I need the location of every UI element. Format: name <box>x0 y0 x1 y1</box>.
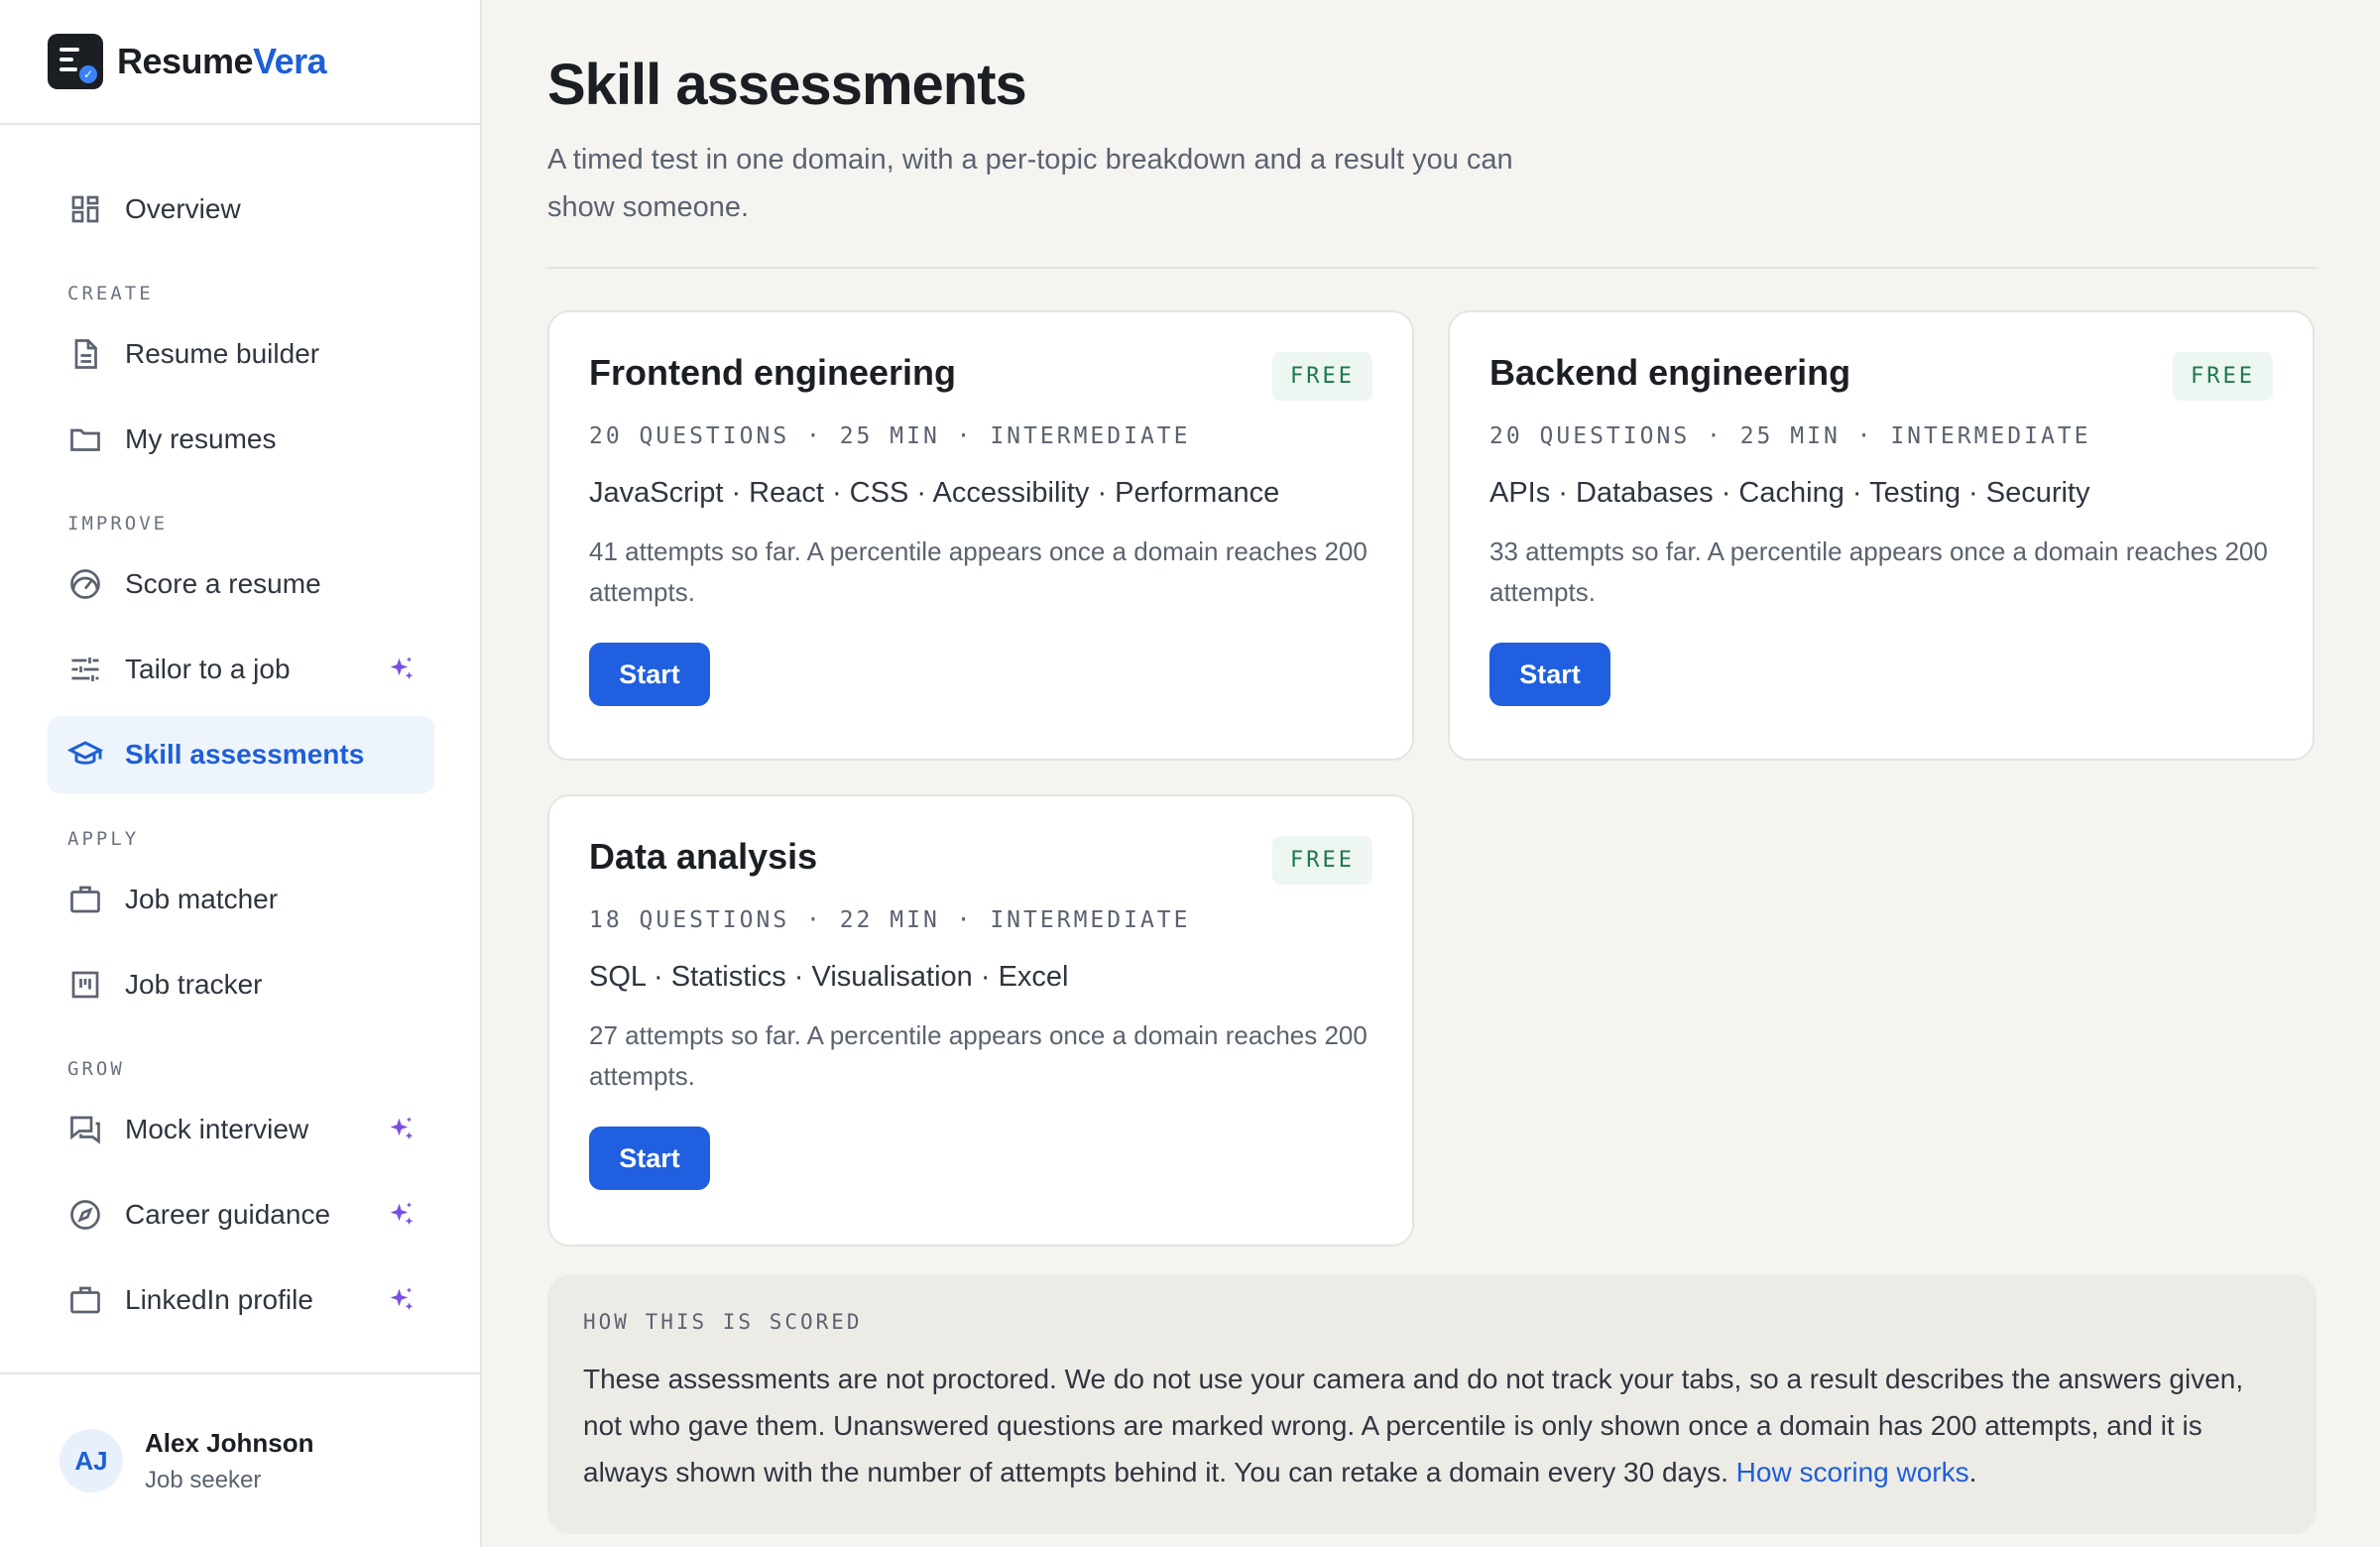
card-meta: 20 QUESTIONS · 25 MIN · INTERMEDIATE <box>1489 423 2091 449</box>
graduation-cap-icon <box>66 737 104 773</box>
card-meta: 18 QUESTIONS · 22 MIN · INTERMEDIATE <box>589 907 1191 933</box>
sidebar-item-mock-interview[interactable]: Mock interview <box>48 1091 434 1168</box>
brand-name-part2: Vera <box>253 41 327 81</box>
start-button[interactable]: Start <box>1489 643 1610 706</box>
card-title: Backend engineering <box>1489 352 1851 393</box>
sidebar-nav: Overview CREATE Resume builder My resume… <box>0 125 480 1339</box>
sidebar-item-label: LinkedIn profile <box>125 1284 313 1315</box>
card-attempts: 41 attempts so far. A percentile appears… <box>589 536 1368 607</box>
scoring-text: These assessments are not proctored. We … <box>583 1356 2281 1495</box>
sidebar-item-label: My resumes <box>125 423 277 454</box>
assessment-card-frontend: Frontend engineering FREE 20 QUESTIONS ·… <box>547 310 1414 761</box>
card-topics: JavaScript · React · CSS · Accessibility… <box>589 477 1280 509</box>
sidebar-section-grow: GROW <box>67 1058 125 1080</box>
sidebar-item-label: Job matcher <box>125 884 279 914</box>
kanban-icon <box>67 967 103 1003</box>
main-content: Skill assessments A timed test in one do… <box>547 0 2317 1534</box>
sidebar-item-label: Tailor to a job <box>125 654 291 684</box>
sparkle-icon <box>387 654 416 684</box>
brand-logo-icon: ✓ <box>48 34 103 89</box>
sidebar-item-resume-builder[interactable]: Resume builder <box>48 315 434 393</box>
card-title: Frontend engineering <box>589 352 957 393</box>
sidebar-item-score-resume[interactable]: Score a resume <box>48 545 434 623</box>
sparkle-icon <box>387 1285 416 1315</box>
card-attempts: 27 attempts so far. A percentile appears… <box>589 1020 1368 1091</box>
page-title: Skill assessments <box>547 53 1027 117</box>
user-role: Job seeker <box>145 1466 262 1493</box>
sidebar: ✓ ResumeVera Overview CREATE Resume buil… <box>0 0 482 1547</box>
dashboard-icon <box>67 191 103 227</box>
sidebar-item-label: Career guidance <box>125 1199 331 1230</box>
free-badge: FREE <box>2173 352 2273 401</box>
briefcase-icon <box>67 1282 103 1318</box>
compass-icon <box>67 1197 103 1233</box>
scoring-info-panel: HOW THIS IS SCORED These assessments are… <box>547 1274 2317 1534</box>
how-scoring-works-link[interactable]: How scoring works <box>1736 1457 1969 1488</box>
sparkle-icon <box>387 1200 416 1230</box>
card-meta: 20 QUESTIONS · 25 MIN · INTERMEDIATE <box>589 423 1191 449</box>
user-profile[interactable]: AJ Alex Johnson Job seeker <box>0 1372 480 1547</box>
sidebar-section-improve: IMPROVE <box>67 513 169 535</box>
sidebar-item-job-matcher[interactable]: Job matcher <box>48 861 434 938</box>
free-badge: FREE <box>1272 836 1372 885</box>
sidebar-item-label: Resume builder <box>125 338 320 369</box>
sidebar-item-overview[interactable]: Overview <box>48 171 434 248</box>
briefcase-icon <box>67 882 103 917</box>
brand[interactable]: ✓ ResumeVera <box>0 0 480 125</box>
card-attempts: 33 attempts so far. A percentile appears… <box>1489 536 2268 607</box>
avatar: AJ <box>60 1429 123 1492</box>
brand-name: ResumeVera <box>117 41 327 82</box>
card-topics: SQL · Statistics · Visualisation · Excel <box>589 961 1069 993</box>
free-badge: FREE <box>1272 352 1372 401</box>
start-button[interactable]: Start <box>589 1127 710 1190</box>
chat-bubbles-icon <box>67 1112 103 1147</box>
page-subtitle: A timed test in one domain, with a per-t… <box>547 144 1513 223</box>
sidebar-item-job-tracker[interactable]: Job tracker <box>48 946 434 1023</box>
sidebar-item-label: Score a resume <box>125 568 321 599</box>
start-button[interactable]: Start <box>589 643 710 706</box>
sidebar-section-apply: APPLY <box>67 828 140 850</box>
scoring-end: . <box>1968 1457 1977 1488</box>
sidebar-item-tailor-job[interactable]: Tailor to a job <box>48 631 434 708</box>
sidebar-item-my-resumes[interactable]: My resumes <box>48 401 434 478</box>
sidebar-item-label: Job tracker <box>125 969 263 1000</box>
sidebar-item-label: Overview <box>125 193 241 224</box>
scoring-body: These assessments are not proctored. We … <box>583 1364 2244 1488</box>
folder-icon <box>67 421 103 457</box>
card-topics: APIs · Databases · Caching · Testing · S… <box>1489 477 2090 509</box>
scoring-label: HOW THIS IS SCORED <box>583 1310 863 1334</box>
user-name: Alex Johnson <box>145 1427 314 1458</box>
sidebar-item-career-guidance[interactable]: Career guidance <box>48 1176 434 1253</box>
sidebar-section-create: CREATE <box>67 283 154 304</box>
sidebar-item-skill-assessments[interactable]: Skill assessments <box>48 716 434 793</box>
sidebar-item-linkedin-profile[interactable]: LinkedIn profile <box>48 1261 434 1339</box>
sidebar-item-label: Mock interview <box>125 1114 309 1144</box>
assessment-grid: Frontend engineering FREE 20 QUESTIONS ·… <box>547 269 2317 1247</box>
sidebar-item-label: Skill assessments <box>125 739 365 770</box>
gauge-icon <box>67 566 103 602</box>
sliders-icon <box>67 652 103 687</box>
assessment-card-backend: Backend engineering FREE 20 QUESTIONS · … <box>1448 310 2315 761</box>
card-title: Data analysis <box>589 836 818 877</box>
sparkle-icon <box>387 1115 416 1144</box>
document-icon <box>67 336 103 372</box>
brand-name-part1: Resume <box>117 41 254 81</box>
assessment-card-data-analysis: Data analysis FREE 18 QUESTIONS · 22 MIN… <box>547 794 1414 1247</box>
